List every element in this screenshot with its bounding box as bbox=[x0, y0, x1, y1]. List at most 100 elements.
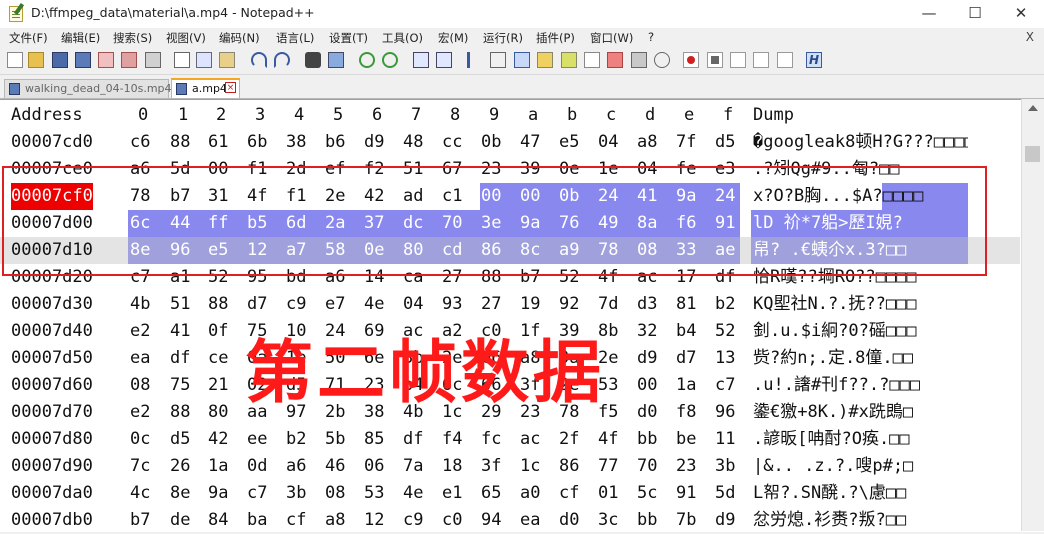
address-cell[interactable]: 00007d70 bbox=[11, 399, 93, 426]
hex-byte-cell[interactable]: a8 bbox=[325, 507, 345, 534]
hex-column-header[interactable]: b bbox=[567, 102, 577, 129]
hex-byte-cell[interactable]: b2 bbox=[715, 291, 735, 318]
hex-byte-cell[interactable]: 26 bbox=[170, 453, 190, 480]
hex-byte-cell[interactable]: c7 bbox=[715, 372, 735, 399]
print-icon[interactable] bbox=[145, 52, 161, 68]
find-icon[interactable] bbox=[305, 52, 321, 68]
hex-column-header[interactable]: 6 bbox=[372, 102, 382, 129]
hex-byte-cell[interactable]: f8 bbox=[676, 399, 696, 426]
zoom-out-icon[interactable] bbox=[382, 52, 398, 68]
copy-icon[interactable] bbox=[196, 52, 212, 68]
dump-text-cell[interactable]: .諺昄[呥酎?O痪.□□ bbox=[753, 426, 968, 453]
menu-settings[interactable]: 设置(T) bbox=[329, 30, 368, 46]
hex-byte-cell[interactable]: 85 bbox=[364, 426, 384, 453]
address-cell[interactable]: 00007d40 bbox=[11, 318, 93, 345]
hex-byte-cell[interactable]: c6 bbox=[130, 129, 150, 156]
hex-byte-cell[interactable]: e2 bbox=[130, 399, 150, 426]
hex-byte-cell[interactable]: 5c bbox=[637, 480, 657, 507]
hex-byte-cell[interactable]: d0 bbox=[559, 507, 579, 534]
hex-byte-cell[interactable]: d7 bbox=[247, 291, 267, 318]
hex-byte-cell[interactable]: df bbox=[170, 345, 190, 372]
hex-byte-cell[interactable]: 7f bbox=[676, 129, 696, 156]
undo-icon[interactable] bbox=[251, 52, 267, 68]
hex-column-header[interactable]: a bbox=[528, 102, 538, 129]
hex-byte-cell[interactable]: 5b bbox=[325, 426, 345, 453]
close-all-icon[interactable] bbox=[121, 52, 137, 68]
hex-byte-cell[interactable]: f4 bbox=[442, 426, 462, 453]
hex-byte-cell[interactable]: 91 bbox=[676, 480, 696, 507]
dump-text-cell[interactable]: |&.. .z.?.嗖p#;□ bbox=[753, 453, 968, 480]
hex-byte-cell[interactable]: d0 bbox=[637, 399, 657, 426]
hex-byte-cell[interactable]: ba bbox=[247, 507, 267, 534]
hex-column-header[interactable]: 2 bbox=[216, 102, 226, 129]
hex-column-header[interactable]: 8 bbox=[450, 102, 460, 129]
hex-byte-cell[interactable]: d3 bbox=[637, 291, 657, 318]
hex-byte-cell[interactable]: b7 bbox=[130, 507, 150, 534]
show-all-chars-icon[interactable] bbox=[490, 52, 506, 68]
hex-byte-cell[interactable]: 46 bbox=[325, 453, 345, 480]
hex-byte-cell[interactable]: 96 bbox=[715, 399, 735, 426]
hex-byte-cell[interactable]: cc bbox=[442, 129, 462, 156]
hex-byte-cell[interactable]: 88 bbox=[208, 291, 228, 318]
replace-icon[interactable] bbox=[328, 52, 344, 68]
menu-tools[interactable]: 工具(O) bbox=[382, 30, 423, 46]
hex-byte-cell[interactable]: 38 bbox=[286, 129, 306, 156]
hex-byte-cell[interactable]: 19 bbox=[520, 291, 540, 318]
hex-byte-cell[interactable]: 08 bbox=[130, 372, 150, 399]
hex-byte-cell[interactable]: 88 bbox=[170, 399, 190, 426]
function-list-icon[interactable] bbox=[561, 52, 577, 68]
hex-byte-cell[interactable]: 75 bbox=[170, 372, 190, 399]
hex-byte-cell[interactable]: 92 bbox=[559, 291, 579, 318]
hex-editor[interactable]: Address 0 1 2 3 4 5 6 7 8 9 a b c d e f Dump 00007cd0 c6 88 6… bbox=[0, 99, 1044, 532]
hex-byte-cell[interactable]: 08 bbox=[325, 480, 345, 507]
hex-byte-cell[interactable]: 65 bbox=[481, 480, 501, 507]
maximize-button[interactable]: ☐ bbox=[952, 0, 998, 28]
hex-byte-cell[interactable]: 7c bbox=[130, 453, 150, 480]
dump-text-cell[interactable]: 鍌€獥+8K.)#x跣鵖□ bbox=[753, 399, 968, 426]
hex-byte-cell[interactable]: 61 bbox=[208, 129, 228, 156]
hex-byte-cell[interactable]: 2f bbox=[559, 426, 579, 453]
cut-icon[interactable] bbox=[174, 52, 190, 68]
hex-column-header[interactable]: d bbox=[645, 102, 655, 129]
scroll-up-arrow-icon[interactable] bbox=[1028, 105, 1038, 111]
hex-byte-cell[interactable]: 04 bbox=[403, 291, 423, 318]
hex-byte-cell[interactable]: 18 bbox=[442, 453, 462, 480]
tab-a-mp4[interactable]: a.mp4 × bbox=[171, 78, 240, 98]
indent-guide-icon[interactable] bbox=[514, 52, 530, 68]
menu-plugins[interactable]: 插件(P) bbox=[536, 30, 575, 46]
hex-column-header[interactable]: 3 bbox=[255, 102, 265, 129]
dump-column-header[interactable]: Dump bbox=[753, 102, 794, 129]
dump-text-cell[interactable]: 忿労熄.衫赉?叛?□□ bbox=[753, 507, 968, 534]
open-file-icon[interactable] bbox=[28, 52, 44, 68]
hex-byte-cell[interactable]: 7a bbox=[403, 453, 423, 480]
dump-text-cell[interactable]: 釗.u.$i絅?0?磘□□□ bbox=[753, 318, 968, 345]
address-cell[interactable]: 00007db0 bbox=[11, 507, 93, 534]
hex-byte-cell[interactable]: 00 bbox=[637, 372, 657, 399]
hex-byte-cell[interactable]: 81 bbox=[676, 291, 696, 318]
hex-byte-cell[interactable]: c7 bbox=[247, 480, 267, 507]
hex-byte-cell[interactable]: d5 bbox=[715, 129, 735, 156]
hex-byte-cell[interactable]: d5 bbox=[170, 426, 190, 453]
paste-icon[interactable] bbox=[219, 52, 235, 68]
hex-byte-cell[interactable]: 4e bbox=[403, 480, 423, 507]
hex-byte-cell[interactable]: 9a bbox=[208, 480, 228, 507]
hex-byte-cell[interactable]: 32 bbox=[637, 318, 657, 345]
menu-view[interactable]: 视图(V) bbox=[166, 30, 206, 46]
hex-byte-cell[interactable]: 11 bbox=[715, 426, 735, 453]
hex-byte-cell[interactable]: bb bbox=[637, 426, 657, 453]
hex-byte-cell[interactable]: 21 bbox=[208, 372, 228, 399]
hex-byte-cell[interactable]: d7 bbox=[676, 345, 696, 372]
hex-byte-cell[interactable]: 7b bbox=[676, 507, 696, 534]
stop-macro-icon[interactable] bbox=[707, 52, 723, 68]
hex-byte-cell[interactable]: 94 bbox=[481, 507, 501, 534]
dump-text-cell[interactable]: .u!.譇#刊f??.?□□□ bbox=[753, 372, 968, 399]
hex-byte-cell[interactable]: b6 bbox=[325, 129, 345, 156]
hex-column-header[interactable]: f bbox=[723, 102, 733, 129]
close-file-icon[interactable] bbox=[98, 52, 114, 68]
close-document-button[interactable]: X bbox=[1026, 30, 1034, 44]
hex-byte-cell[interactable]: bb bbox=[637, 507, 657, 534]
hex-byte-cell[interactable]: a6 bbox=[286, 453, 306, 480]
hex-byte-cell[interactable]: 23 bbox=[676, 453, 696, 480]
hex-byte-cell[interactable]: cf bbox=[286, 507, 306, 534]
hex-byte-cell[interactable]: e5 bbox=[559, 129, 579, 156]
